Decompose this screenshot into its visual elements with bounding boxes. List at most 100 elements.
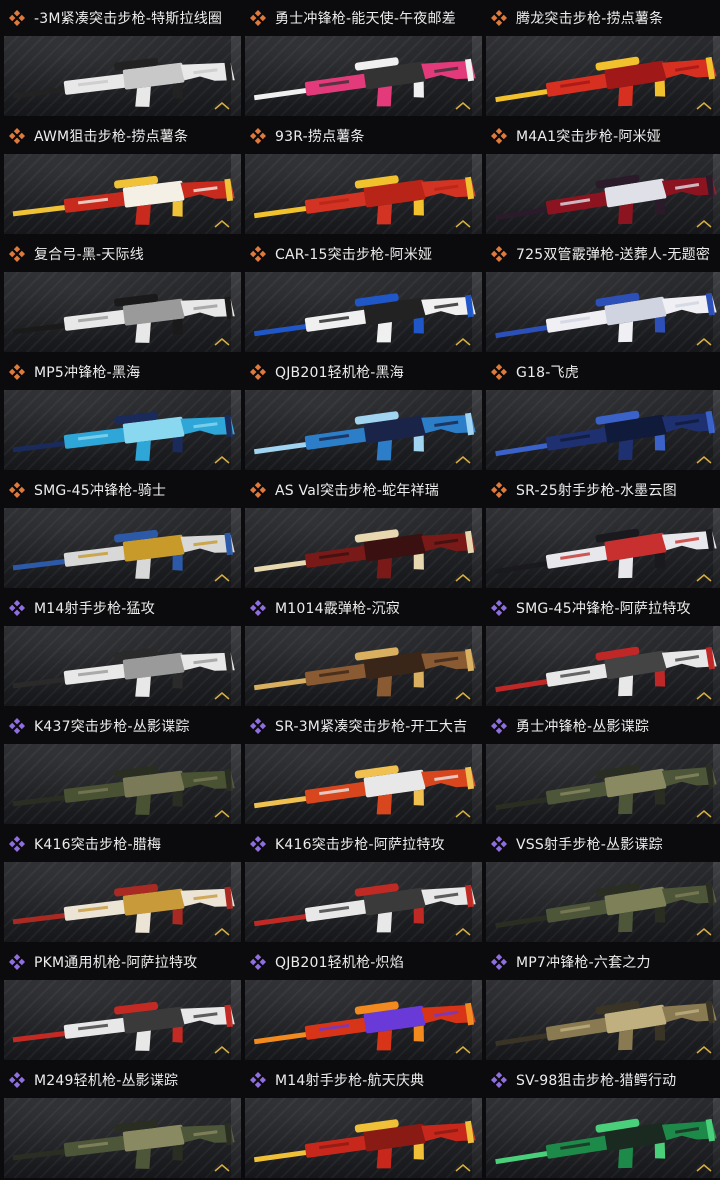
skin-preview <box>486 744 720 824</box>
skin-card[interactable]: 勇士冲锋枪-丛影谍踪 <box>486 708 720 826</box>
chevron-mark-icon <box>696 456 712 464</box>
skin-card-header: 93R-捞点薯条 <box>245 118 482 154</box>
skin-card[interactable]: G18-飞虎 <box>486 354 720 472</box>
skin-card[interactable]: AWM狙击步枪-捞点薯条 <box>4 118 241 236</box>
skin-name-label: SMG-45冲锋枪-阿萨拉特攻 <box>516 601 691 617</box>
skin-preview <box>4 272 241 352</box>
skin-name-label: QJB201轻机枪-黑海 <box>275 365 404 381</box>
skin-preview <box>4 154 241 234</box>
skin-card[interactable]: SR-25射手步枪-水墨云图 <box>486 472 720 590</box>
purple-diamond-cluster-icon <box>250 718 266 734</box>
skin-card[interactable]: SR-3M紧凑突击步枪-开工大吉 <box>245 708 482 826</box>
skin-card-header: M1014霰弹枪-沉寂 <box>245 590 482 626</box>
skin-name-label: K416突击步枪-阿萨拉特攻 <box>275 837 445 853</box>
skin-card[interactable]: -3M紧凑突击步枪-特斯拉线圈 <box>4 0 241 118</box>
skin-name-label: K437突击步枪-丛影谍踪 <box>34 719 190 735</box>
skin-card[interactable]: K437突击步枪-丛影谍踪 <box>4 708 241 826</box>
skin-card[interactable]: M14射手步枪-猛攻 <box>4 590 241 708</box>
weapon-skin-image <box>12 765 235 815</box>
skin-card[interactable]: 勇士冲锋枪-能天使-午夜邮差 <box>245 0 482 118</box>
skin-preview <box>486 36 720 116</box>
chevron-mark-icon <box>455 928 471 936</box>
skin-card[interactable]: M1014霰弹枪-沉寂 <box>245 590 482 708</box>
orange-diamond-cluster-icon <box>250 128 266 144</box>
weapon-skin-image <box>12 647 235 697</box>
skin-card[interactable]: MP5冲锋枪-黑海 <box>4 354 241 472</box>
chevron-mark-icon <box>214 220 230 228</box>
skin-name-label: 勇士冲锋枪-丛影谍踪 <box>516 719 650 735</box>
skin-name-label: K416突击步枪-腊梅 <box>34 837 162 853</box>
weapon-skin-image <box>253 647 476 697</box>
weapon-skin-image <box>495 646 717 697</box>
weapon-skin-image <box>12 175 235 225</box>
skin-name-label: 腾龙突击步枪-捞点薯条 <box>516 11 664 27</box>
skin-card[interactable]: QJB201轻机枪-黑海 <box>245 354 482 472</box>
skin-card[interactable]: QJB201轻机枪-炽焰 <box>245 944 482 1062</box>
chevron-mark-icon <box>696 338 712 346</box>
skin-preview <box>486 862 720 942</box>
skin-name-label: MP7冲锋枪-六套之力 <box>516 955 651 971</box>
skin-name-label: 93R-捞点薯条 <box>275 129 365 145</box>
skin-card[interactable]: 复合弓-黑-天际线 <box>4 236 241 354</box>
skin-card[interactable]: M4A1突击步枪-阿米娅 <box>486 118 720 236</box>
skin-card[interactable]: K416突击步枪-阿萨拉特攻 <box>245 826 482 944</box>
skin-name-label: -3M紧凑突击步枪-特斯拉线圈 <box>34 11 223 27</box>
skin-card-header: M14射手步枪-猛攻 <box>4 590 241 626</box>
chevron-mark-icon <box>455 102 471 110</box>
skin-card[interactable]: CAR-15突击步枪-阿米娅 <box>245 236 482 354</box>
skin-card[interactable]: SV-98狙击步枪-猎鳄行动 <box>486 1062 720 1180</box>
skin-card[interactable]: PKM通用机枪-阿萨拉特攻 <box>4 944 241 1062</box>
skin-card-header: 勇士冲锋枪-丛影谍踪 <box>486 708 720 744</box>
purple-diamond-cluster-icon <box>250 954 266 970</box>
skin-preview <box>4 36 241 116</box>
purple-diamond-cluster-icon <box>9 954 25 970</box>
chevron-mark-icon <box>214 810 230 818</box>
skin-card-header: 勇士冲锋枪-能天使-午夜邮差 <box>245 0 482 36</box>
weapon-skin-image <box>495 292 717 343</box>
skin-card[interactable]: 腾龙突击步枪-捞点薯条 <box>486 0 720 118</box>
weapon-skin-image <box>12 293 235 343</box>
skin-card[interactable]: VSS射手步枪-丛影谍踪 <box>486 826 720 944</box>
skin-card[interactable]: 725双管霰弹枪-送葬人-无题密 <box>486 236 720 354</box>
orange-diamond-cluster-icon <box>250 364 266 380</box>
chevron-mark-icon <box>214 456 230 464</box>
chevron-mark-icon <box>696 574 712 582</box>
skin-preview <box>245 390 482 470</box>
skin-name-label: VSS射手步枪-丛影谍踪 <box>516 837 663 853</box>
skin-card[interactable]: 93R-捞点薯条 <box>245 118 482 236</box>
skin-name-label: G18-飞虎 <box>516 365 579 381</box>
chevron-mark-icon <box>455 810 471 818</box>
orange-diamond-cluster-icon <box>491 128 507 144</box>
skin-card[interactable]: K416突击步枪-腊梅 <box>4 826 241 944</box>
skin-card[interactable]: AS Val突击步枪-蛇年祥瑞 <box>245 472 482 590</box>
skin-card[interactable]: SMG-45冲锋枪-阿萨拉特攻 <box>486 590 720 708</box>
skin-name-label: MP5冲锋枪-黑海 <box>34 365 141 381</box>
chevron-mark-icon <box>214 338 230 346</box>
skin-preview <box>4 390 241 470</box>
skin-preview <box>245 36 482 116</box>
skin-preview <box>4 744 241 824</box>
purple-diamond-cluster-icon <box>250 836 266 852</box>
skin-card-header: PKM通用机枪-阿萨拉特攻 <box>4 944 241 980</box>
weapon-skin-image <box>12 57 235 107</box>
chevron-mark-icon <box>455 1046 471 1054</box>
chevron-mark-icon <box>214 1164 230 1172</box>
skin-card[interactable]: M249轻机枪-丛影谍踪 <box>4 1062 241 1180</box>
skin-name-label: SR-25射手步枪-水墨云图 <box>516 483 677 499</box>
skin-card[interactable]: MP7冲锋枪-六套之力 <box>486 944 720 1062</box>
skin-card-header: M14射手步枪-航天庆典 <box>245 1062 482 1098</box>
skin-card-header: VSS射手步枪-丛影谍踪 <box>486 826 720 862</box>
chevron-mark-icon <box>214 102 230 110</box>
skin-name-label: PKM通用机枪-阿萨拉特攻 <box>34 955 198 971</box>
chevron-mark-icon <box>455 692 471 700</box>
weapon-skin-image <box>495 174 717 225</box>
skin-name-label: M14射手步枪-航天庆典 <box>275 1073 425 1089</box>
purple-diamond-cluster-icon <box>250 1072 266 1088</box>
skin-preview <box>4 508 241 588</box>
skin-preview <box>486 980 720 1060</box>
skin-card[interactable]: M14射手步枪-航天庆典 <box>245 1062 482 1180</box>
purple-diamond-cluster-icon <box>491 1072 507 1088</box>
purple-diamond-cluster-icon <box>9 1072 25 1088</box>
skin-card[interactable]: SMG-45冲锋枪-骑士 <box>4 472 241 590</box>
skin-card-header: QJB201轻机枪-黑海 <box>245 354 482 390</box>
